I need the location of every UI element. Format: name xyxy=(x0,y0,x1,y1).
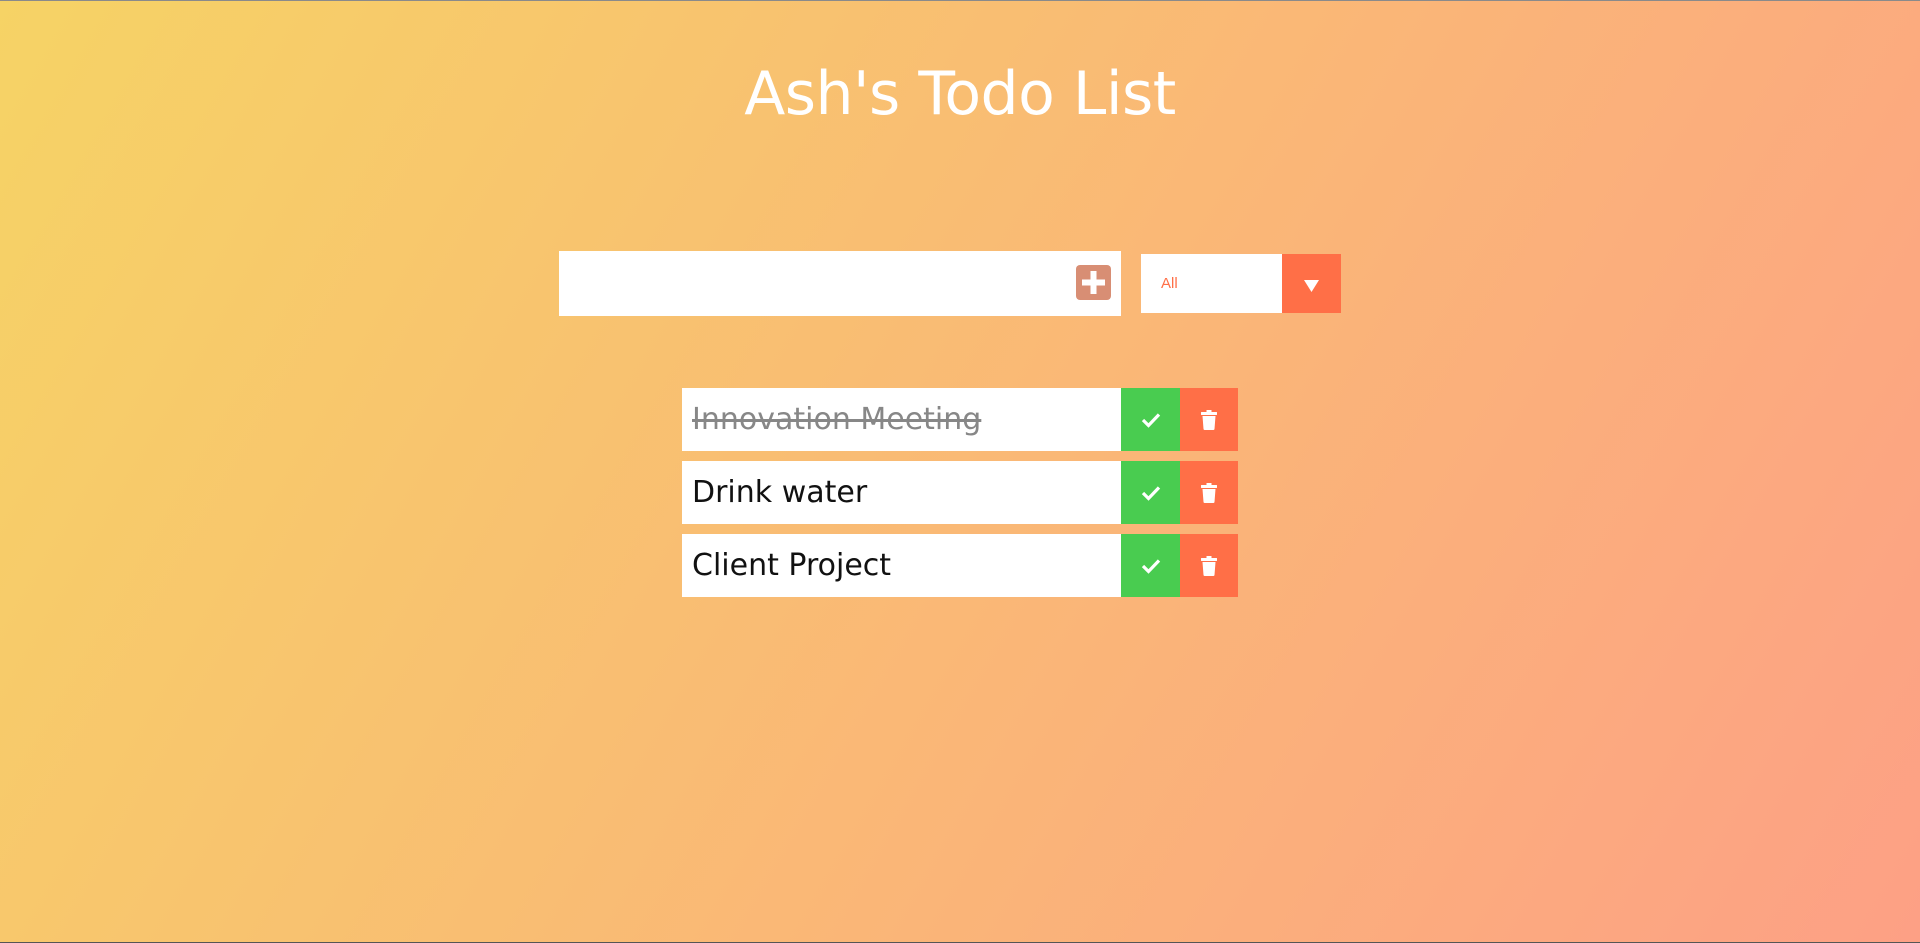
todo-item: Client Project xyxy=(682,534,1238,597)
trash-icon xyxy=(1201,482,1217,503)
delete-button[interactable] xyxy=(1180,461,1238,524)
caret-down-icon xyxy=(1304,280,1319,292)
complete-button[interactable] xyxy=(1121,534,1180,597)
filter-dropdown-button[interactable] xyxy=(1282,254,1341,313)
todo-text: Client Project xyxy=(692,548,892,583)
check-icon xyxy=(1141,485,1160,501)
plus-icon xyxy=(1082,271,1105,294)
add-todo-button[interactable] xyxy=(1076,265,1111,300)
page-title: Ash's Todo List xyxy=(744,59,1176,129)
todo-text: Innovation Meeting xyxy=(692,402,982,437)
complete-button[interactable] xyxy=(1121,388,1180,451)
top-border xyxy=(0,0,1920,1)
trash-icon xyxy=(1201,409,1217,430)
check-icon xyxy=(1141,558,1160,574)
delete-button[interactable] xyxy=(1180,534,1238,597)
complete-button[interactable] xyxy=(1121,461,1180,524)
todo-item: Innovation Meeting xyxy=(682,388,1238,451)
todo-text: Drink water xyxy=(692,475,868,510)
delete-button[interactable] xyxy=(1180,388,1238,451)
todo-item: Drink water xyxy=(682,461,1238,524)
todo-input[interactable] xyxy=(559,251,1059,316)
check-icon xyxy=(1141,412,1160,428)
trash-icon xyxy=(1201,555,1217,576)
add-todo-form xyxy=(559,251,1121,316)
todo-list: Innovation Meeting Drink water Client Pr… xyxy=(682,388,1238,607)
filter-select[interactable]: All xyxy=(1141,254,1341,313)
filter-selected-value: All xyxy=(1161,275,1178,292)
